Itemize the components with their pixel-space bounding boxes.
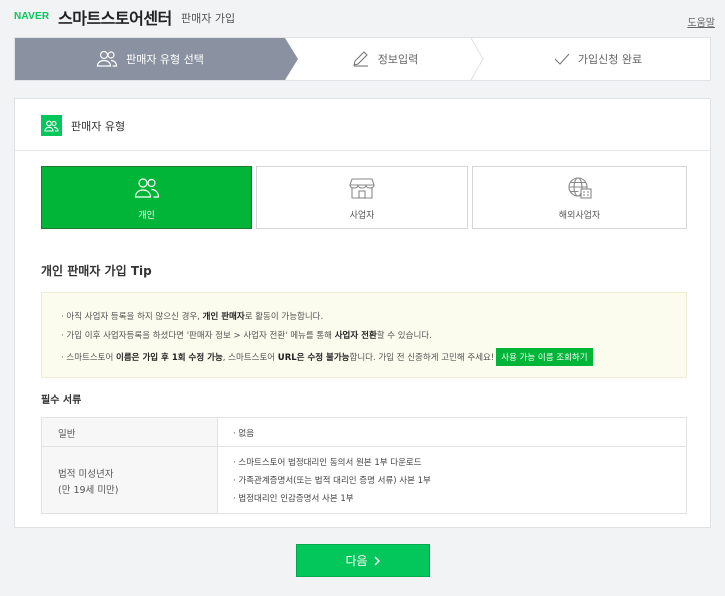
row-value: · 없음 bbox=[233, 429, 255, 439]
signup-steps: 판매자 유형 선택 정보입력 가입신청 완료 bbox=[14, 37, 711, 81]
step-label: 판매자 유형 선택 bbox=[126, 53, 204, 66]
step-separator bbox=[470, 38, 484, 80]
person-icon bbox=[134, 178, 159, 198]
row-label: 법적 미성년자 bbox=[58, 469, 114, 480]
brand-title[interactable]: 스마트스토어센터 bbox=[58, 5, 172, 29]
step-complete: 가입신청 완료 bbox=[485, 38, 711, 80]
doc-item: · 가족관계증명서(또는 법적 대리인 증명 서류) 사본 1부 bbox=[233, 476, 431, 486]
tip-line: · 아직 사업자 등록을 하지 않으신 경우, 개인 판매자로 활동이 가능합니… bbox=[61, 312, 324, 322]
check-name-button[interactable]: 사용 가능 이름 조회하기 bbox=[496, 348, 593, 366]
step-seller-type: 판매자 유형 선택 bbox=[15, 38, 285, 80]
type-individual-button[interactable]: 개인 bbox=[41, 166, 252, 229]
page-subtitle: 판매자 가입 bbox=[181, 12, 236, 25]
row-label: 일반 bbox=[58, 429, 76, 440]
type-label: 해외사업자 bbox=[558, 211, 601, 221]
next-button[interactable]: 다음 bbox=[296, 544, 430, 577]
tip-box: · 아직 사업자 등록을 하지 않으신 경우, 개인 판매자로 활동이 가능합니… bbox=[41, 292, 687, 378]
header: NAVER 스마트스토어센터 판매자 가입 도움말 bbox=[0, 0, 725, 34]
card-title: 판매자 유형 bbox=[71, 120, 126, 133]
required-docs-table: 일반 · 없음 법적 미성년자 (만 19세 미만) · 스마트스토어 법정대리… bbox=[41, 417, 687, 514]
card-header: 판매자 유형 bbox=[15, 99, 710, 151]
store-icon bbox=[349, 178, 375, 199]
next-label: 다음 bbox=[345, 554, 368, 568]
seller-type-card: 판매자 유형 개인 사업자 해외사업자 개인 판매자 가입 Tip · 아직 사… bbox=[14, 98, 711, 528]
type-label: 사업자 bbox=[349, 211, 375, 221]
doc-item: · 스마트스토어 법정대리인 동의서 원본 1부 다운로드 bbox=[233, 458, 422, 468]
users-icon bbox=[41, 115, 62, 136]
step-label: 가입신청 완료 bbox=[577, 53, 643, 66]
tip-line: · 스마트스토어 이름은 가입 후 1회 수정 가능, 스마트스토어 URL은 … bbox=[61, 348, 593, 366]
step-info-input: 정보입력 bbox=[285, 38, 485, 80]
type-overseas-business-button[interactable]: 해외사업자 bbox=[472, 166, 687, 229]
required-docs-title: 필수 서류 bbox=[41, 395, 82, 406]
type-business-button[interactable]: 사업자 bbox=[256, 166, 468, 229]
tip-line: · 가입 이후 사업자등록을 하셨다면 '판매자 정보 > 사업자 전환' 메뉴… bbox=[61, 331, 432, 341]
users-icon bbox=[96, 50, 118, 67]
row-label-sub: (만 19세 미만) bbox=[58, 485, 119, 496]
tip-title: 개인 판매자 가입 Tip bbox=[41, 264, 152, 278]
type-label: 개인 bbox=[138, 211, 155, 221]
doc-item: · 법정대리인 인감증명서 사본 1부 bbox=[233, 494, 354, 504]
help-link[interactable]: 도움말 bbox=[687, 14, 715, 29]
globe-building-icon bbox=[567, 177, 592, 199]
naver-logo[interactable]: NAVER bbox=[14, 11, 49, 22]
table-row: 법적 미성년자 (만 19세 미만) · 스마트스토어 법정대리인 동의서 원본… bbox=[42, 447, 686, 513]
chevron-right-icon bbox=[374, 556, 380, 565]
table-row: 일반 · 없음 bbox=[42, 418, 686, 447]
step-label: 정보입력 bbox=[377, 53, 419, 66]
check-icon bbox=[554, 53, 570, 65]
pencil-icon bbox=[352, 51, 368, 67]
